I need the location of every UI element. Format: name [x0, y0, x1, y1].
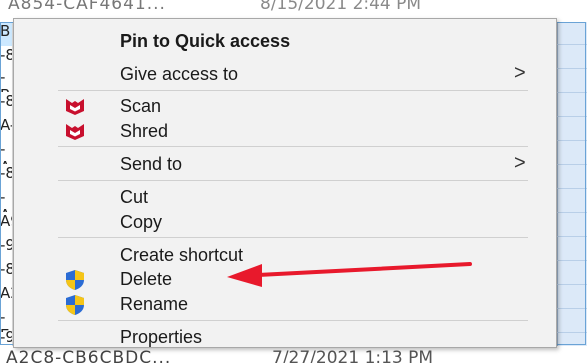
list-item[interactable]: -8: [0, 260, 12, 284]
menu-separator: [58, 90, 528, 91]
menu-item-give-access-to[interactable]: Give access to >: [14, 61, 556, 86]
row-divider: [557, 212, 587, 213]
background-list-right-edge: [557, 22, 587, 346]
menu-item-send-to[interactable]: Send to >: [14, 151, 556, 176]
row-divider: [557, 188, 587, 189]
list-item[interactable]: -B: [0, 68, 12, 92]
menu-item-properties[interactable]: Properties: [14, 324, 556, 349]
column-divider: [557, 22, 558, 346]
menu-item-delete[interactable]: Delete: [14, 266, 556, 291]
background-file-date-top: 8/15/2021 2:44 PM: [260, 0, 422, 14]
menu-item-copy[interactable]: Copy: [14, 209, 556, 234]
menu-separator: [58, 180, 528, 181]
menu-item-scan[interactable]: Scan: [14, 93, 556, 118]
submenu-chevron-icon: >: [514, 152, 526, 174]
row-divider: [557, 116, 587, 117]
uac-shield-icon: [64, 269, 86, 290]
menu-item-label: Copy: [120, 212, 163, 232]
menu-item-shred[interactable]: Shred: [14, 118, 556, 143]
menu-item-pin-to-quick-access[interactable]: Pin to Quick access: [14, 28, 556, 53]
list-item[interactable]: -A: [0, 140, 12, 164]
menu-item-label: Give access to: [120, 64, 239, 84]
list-item[interactable]: -8: [0, 164, 12, 188]
menu-item-rename[interactable]: Rename: [14, 291, 556, 316]
menu-item-label: Delete: [120, 269, 173, 289]
background-file-name-bottom: A2C8-CB6CBDC...: [6, 348, 172, 363]
row-divider: [557, 164, 587, 165]
row-divider: [557, 44, 587, 45]
row-divider: [557, 68, 587, 69]
mcafee-icon: [64, 121, 86, 141]
menu-separator: [58, 146, 528, 147]
list-item[interactable]: A-: [0, 116, 12, 140]
row-divider: [557, 92, 587, 93]
list-item[interactable]: A9: [0, 212, 12, 236]
menu-item-cut[interactable]: Cut: [14, 184, 556, 209]
list-item[interactable]: -9: [0, 236, 12, 260]
row-divider: [557, 308, 587, 309]
menu-item-create-shortcut[interactable]: Create shortcut: [14, 242, 556, 267]
menu-item-label: Rename: [120, 294, 189, 314]
menu-item-label: Send to: [120, 154, 183, 174]
menu-item-label: Pin to Quick access: [120, 31, 291, 51]
row-divider: [557, 140, 587, 141]
menu-item-label: Properties: [120, 327, 203, 347]
list-item[interactable]: -8: [0, 92, 12, 116]
row-divider: [557, 236, 587, 237]
list-item[interactable]: B: [0, 22, 12, 46]
row-divider: [557, 284, 587, 285]
row-divider: [557, 332, 587, 333]
submenu-chevron-icon: >: [514, 62, 526, 84]
list-item[interactable]: -A: [0, 188, 12, 212]
background-file-date-bottom: 7/27/2021 1:13 PM: [272, 348, 434, 363]
menu-item-label: Scan: [120, 96, 162, 116]
background-name-column: B -8 -B -8 A- -A -8 -A A9 -9 -8 A2 -E -9: [0, 22, 12, 346]
mcafee-icon: [64, 96, 86, 116]
list-item[interactable]: -8: [0, 46, 12, 70]
menu-item-label: Cut: [120, 187, 149, 207]
menu-separator: [58, 320, 528, 321]
menu-separator: [58, 237, 528, 238]
menu-item-label: Shred: [120, 121, 169, 141]
row-divider: [557, 260, 587, 261]
uac-shield-icon: [64, 294, 86, 315]
menu-item-label: Create shortcut: [120, 245, 244, 265]
list-item[interactable]: A2: [0, 284, 12, 308]
context-menu: Pin to Quick access Give access to > Sca…: [13, 18, 557, 348]
background-file-name-top: A854-CAF4641...: [8, 0, 166, 14]
